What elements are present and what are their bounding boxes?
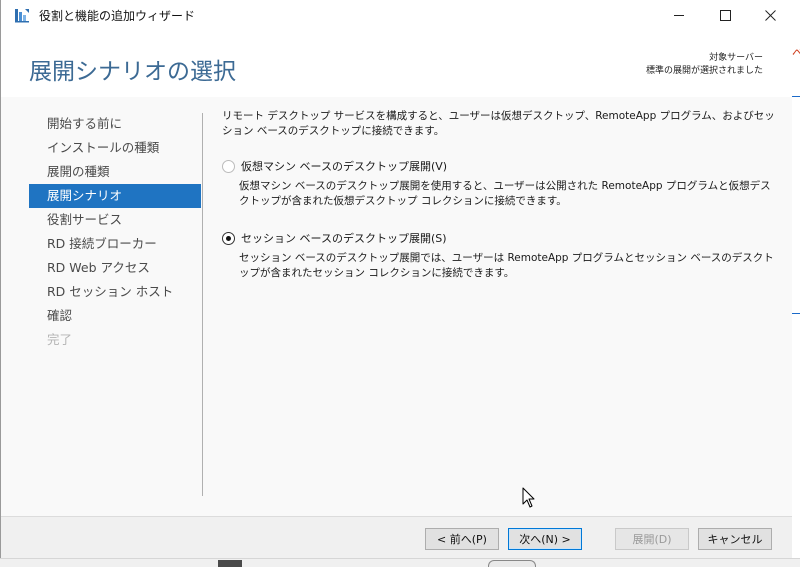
wizard-body: 開始する前に インストールの種類 展開の種類 展開シナリオ 役割サービス RD … [1,97,792,516]
nav-item-role-services[interactable]: 役割サービス [29,208,201,232]
session-based-deployment-radio[interactable] [222,231,235,245]
nav-item-installation-type[interactable]: インストールの種類 [29,136,201,160]
destination-server-info: 対象サーバー 標準の展開が選択されました [646,52,763,78]
vm-based-deployment-radio[interactable] [222,159,235,173]
background-taskbar-strip [0,558,800,567]
session-based-deployment-label: セッション ベースのデスクトップ展開(S) [241,232,447,245]
nav-item-rd-web-access[interactable]: RD Web アクセス [29,256,201,280]
nav-item-deployment-scenario[interactable]: 展開シナリオ [29,184,201,208]
wizard-window: 役割と機能の追加ウィザード 展開シナリオの選択 対象サーバー 標準の展開が選択さ… [0,0,792,558]
vm-based-deployment-label: 仮想マシン ベースのデスクトップ展開(V) [241,160,448,173]
nav-item-rd-connection-broker[interactable]: RD 接続ブローカー [29,232,201,256]
next-button[interactable]: 次へ(N) > [508,528,582,550]
previous-button[interactable]: < 前へ(P) [425,528,499,550]
vm-based-deployment-option[interactable]: 仮想マシン ベースのデスクトップ展開(V) [222,158,447,174]
scenario-content: リモート デスクトップ サービスを構成すると、ユーザーは仮想デスクトップ、Rem… [222,109,777,279]
maximize-button[interactable] [702,0,748,30]
minimize-icon [673,14,684,16]
maximize-icon [719,9,731,21]
title-bar[interactable]: 役割と機能の追加ウィザード [1,0,792,30]
vm-based-deployment-description: 仮想マシン ベースのデスクトップ展開を使用すると、ユーザーは公開された Remo… [239,180,771,207]
nav-item-before-you-begin[interactable]: 開始する前に [29,112,201,136]
background-fragment: べ [792,46,800,60]
background-pill [488,560,536,567]
close-button[interactable] [747,0,793,30]
deploy-button: 展開(D) [615,528,689,550]
mouse-cursor-icon [522,487,535,508]
session-based-deployment-description: セッション ベースのデスクトップ展開では、ユーザーは RemoteApp プログ… [239,252,774,279]
session-based-deployment-option[interactable]: セッション ベースのデスクトップ展開(S) [222,230,447,246]
cancel-button[interactable]: キャンセル [698,528,772,550]
wizard-header: 展開シナリオの選択 対象サーバー 標準の展開が選択されました [1,30,792,97]
background-dark-tab [218,560,242,567]
close-icon [764,9,776,21]
nav-item-completion: 完了 [47,332,73,347]
intro-text: リモート デスクトップ サービスを構成すると、ユーザーは仮想デスクトップ、Rem… [222,110,775,137]
background-window: べ [792,0,800,567]
nav-item-deployment-type[interactable]: 展開の種類 [29,160,201,184]
destination-server-label: 対象サーバー [709,53,763,63]
wizard-step-nav: 開始する前に インストールの種類 展開の種類 展開シナリオ 役割サービス RD … [29,112,201,352]
wizard-footer: < 前へ(P) 次へ(N) > 展開(D) キャンセル [1,516,792,558]
background-divider [792,313,800,314]
server-manager-icon [15,9,29,23]
nav-item-rd-session-host[interactable]: RD セッション ホスト [29,280,201,304]
page-title: 展開シナリオの選択 [29,59,236,85]
nav-item-confirmation[interactable]: 確認 [29,304,201,328]
nav-divider [202,113,203,496]
minimize-button[interactable] [656,0,702,30]
destination-server-value: 標準の展開が選択されました [645,66,763,76]
background-divider [792,96,800,97]
window-title: 役割と機能の追加ウィザード [39,9,196,23]
